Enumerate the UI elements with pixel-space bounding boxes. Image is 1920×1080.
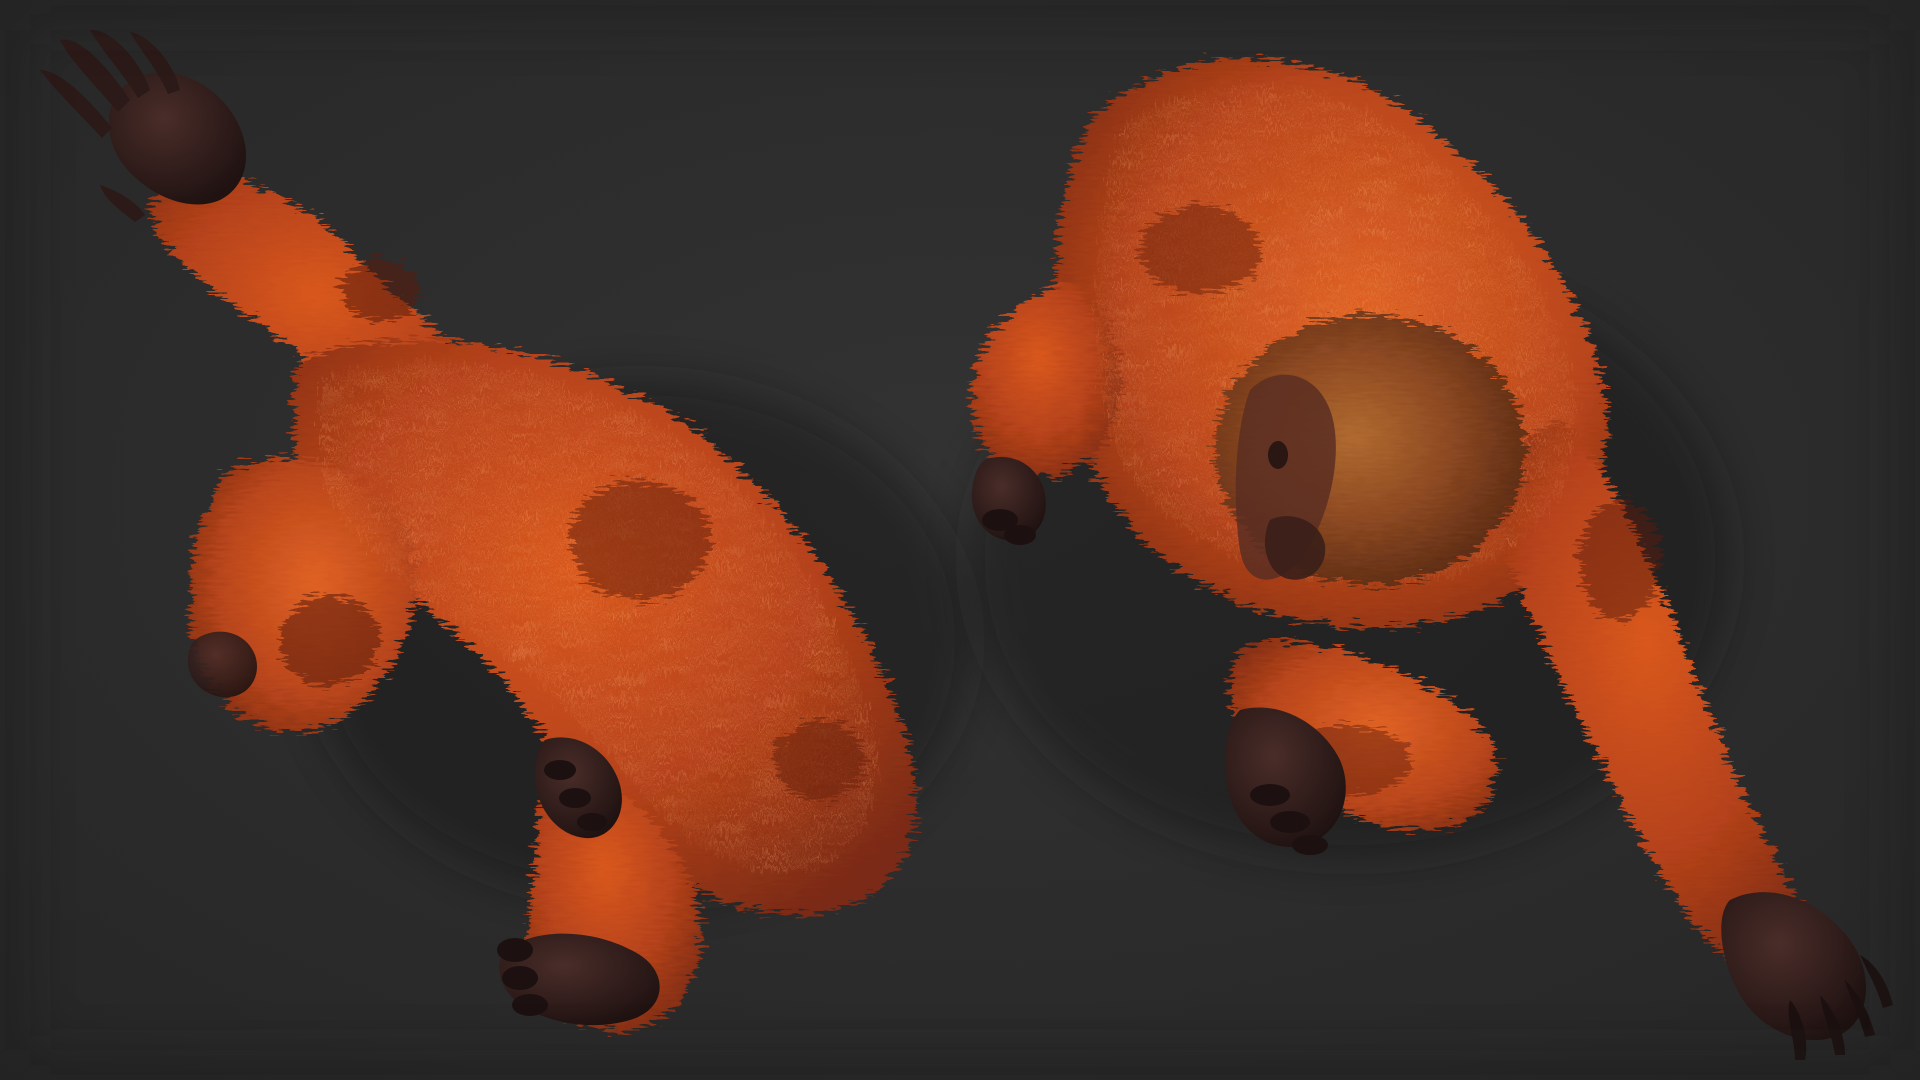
right-head xyxy=(1215,315,1525,585)
render-canvas xyxy=(0,0,1920,1080)
orangutan-render xyxy=(0,0,1920,1080)
